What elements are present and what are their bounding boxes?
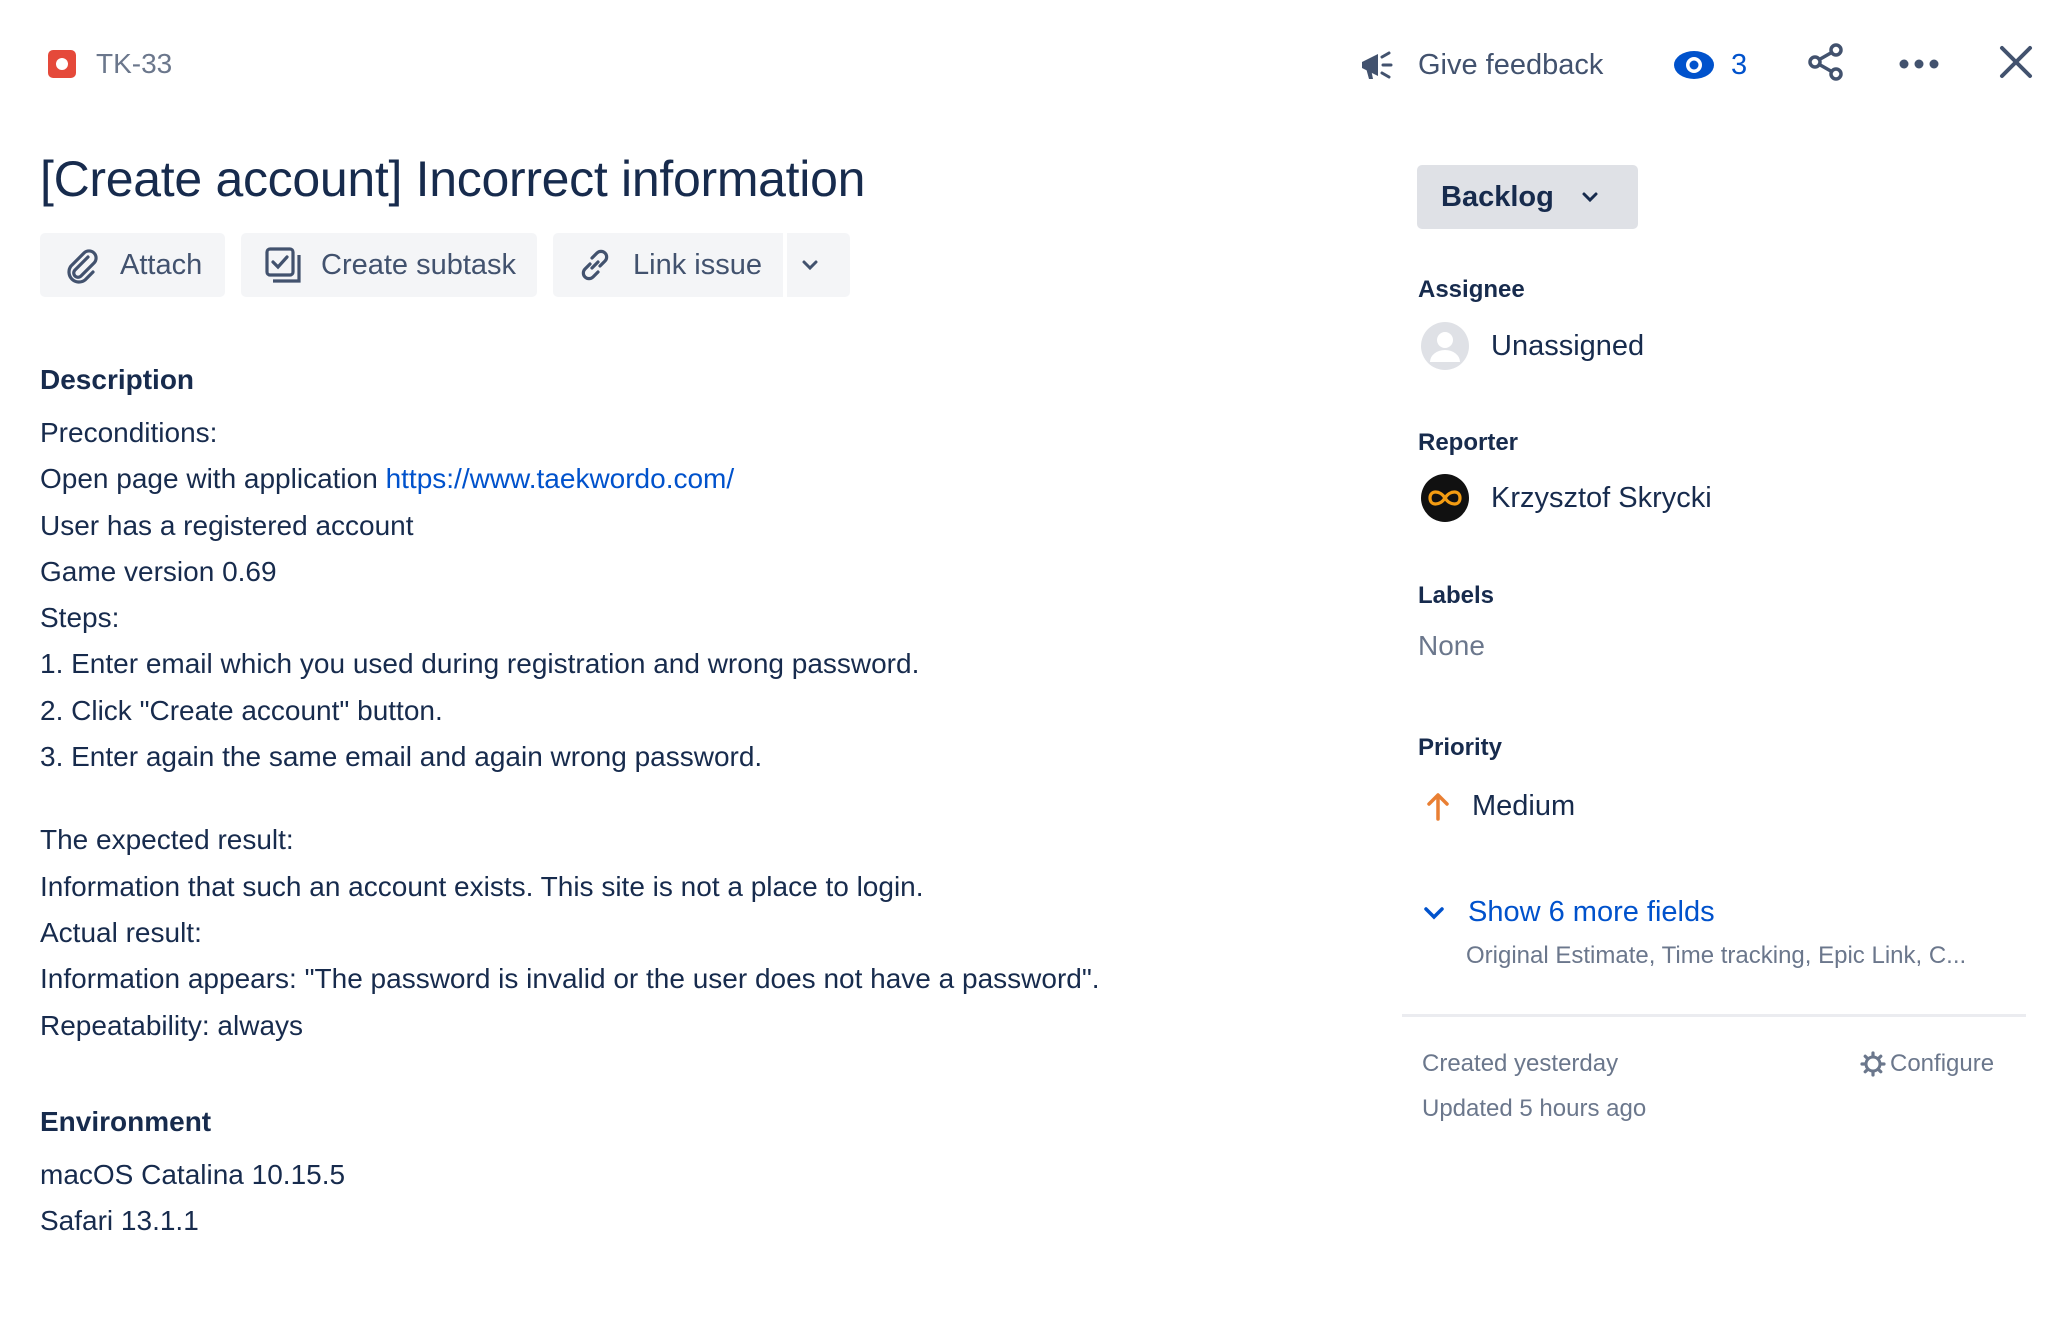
bug-icon (48, 50, 76, 78)
share-icon (1808, 43, 1843, 81)
updated-timestamp: Updated 5 hours ago (1422, 1095, 1647, 1122)
paperclip-icon (67, 249, 98, 284)
description-line: User has a registered account (40, 509, 414, 541)
assignee-field[interactable]: Unassigned (1418, 318, 1644, 374)
priority-label: Priority (1418, 734, 1503, 761)
close-icon (2000, 46, 2032, 78)
description-line: Actual result: (40, 916, 202, 948)
description-heading: Description (40, 364, 195, 395)
created-timestamp: Created yesterday (1422, 1050, 1619, 1077)
more-actions-button[interactable] (1898, 42, 1942, 87)
priority-field[interactable]: Medium (1418, 778, 1575, 834)
reporter-value: Krzysztof Skrycki (1491, 481, 1712, 514)
reporter-field[interactable]: Krzysztof Skrycki (1418, 470, 1712, 526)
create-subtask-button[interactable]: Create subtask (241, 233, 537, 297)
assignee-value: Unassigned (1491, 329, 1645, 362)
user-avatar-icon (1421, 322, 1469, 370)
issue-key-breadcrumb[interactable]: TK-33 (48, 44, 172, 84)
labels-label: Labels (1418, 582, 1495, 609)
more-icon (1899, 59, 1939, 69)
share-button[interactable] (1806, 42, 1846, 87)
issue-title[interactable]: [Create account] Incorrect information (40, 150, 865, 208)
arrow-up-icon (1427, 793, 1449, 821)
attach-label: Attach (120, 248, 203, 281)
chevron-down-icon (1582, 192, 1598, 203)
issue-key[interactable]: TK-33 (96, 48, 172, 80)
close-button[interactable] (1998, 44, 2034, 85)
show-more-fields-link[interactable]: Show 6 more fields (1418, 896, 1715, 929)
link-issue-button[interactable]: Link issue (553, 233, 783, 297)
description-line: Open page with application https://www.t… (40, 463, 735, 495)
assignee-label: Assignee (1418, 276, 1525, 303)
megaphone-icon (1362, 51, 1393, 79)
chevron-down-icon (802, 260, 817, 271)
watchers-button[interactable]: 3 (1673, 40, 1747, 90)
configure-label: Configure (1890, 1050, 1995, 1077)
description-line: The expected result: (40, 824, 294, 856)
environment-line: macOS Catalina 10.15.5 (40, 1159, 346, 1190)
watch-count: 3 (1731, 48, 1748, 81)
subtask-icon (265, 247, 301, 283)
avatar (1421, 474, 1469, 522)
gear-icon (1860, 1051, 1886, 1077)
give-feedback-label: Give feedback (1418, 48, 1604, 81)
show-more-fields[interactable]: Show 6 more fields (1418, 896, 1715, 929)
configure-button[interactable]: Configure (1860, 1050, 1994, 1078)
chevron-down-icon (1424, 906, 1444, 919)
description-url-link[interactable]: https://www.taekwordo.com/ (386, 463, 735, 494)
labels-value[interactable]: None (1418, 630, 1485, 686)
create-subtask-label: Create subtask (321, 248, 517, 281)
more-fields-summary: Original Estimate, Time tracking, Epic L… (1466, 942, 1967, 969)
description-line: Information that such an account exists.… (40, 870, 924, 902)
priority-value: Medium (1472, 789, 1576, 822)
attach-button[interactable]: Attach (40, 233, 225, 297)
reporter-label: Reporter (1418, 429, 1519, 456)
description-line: Preconditions: (40, 417, 218, 448)
give-feedback-button[interactable]: Give feedback (1358, 40, 1603, 90)
status-dropdown[interactable]: Backlog (1417, 165, 1638, 229)
environment-line: Safari 13.1.1 (40, 1205, 199, 1236)
description-line: Repeatability: always (40, 1009, 304, 1041)
description-line: Game version 0.69 (40, 555, 277, 587)
environment-heading: Environment (40, 1106, 212, 1137)
link-issue-dropdown-button[interactable] (787, 233, 850, 297)
description-line: 2. Click "Create account" button. (40, 694, 443, 726)
environment-body[interactable]: macOS Catalina 10.15.5 Safari 13.1.1 (40, 1152, 345, 1244)
description-line: 1. Enter email which you used during reg… (40, 648, 920, 680)
link-issue-label: Link issue (633, 248, 762, 281)
link-icon (581, 249, 609, 281)
eye-icon (1674, 51, 1714, 79)
description-line: 3. Enter again the same email and again … (40, 741, 763, 773)
status-label: Backlog (1441, 180, 1554, 213)
description-line: Steps: (40, 602, 120, 634)
description-body[interactable]: Preconditions: Open page with applicatio… (40, 410, 1100, 1049)
divider (1402, 1014, 2026, 1017)
show-more-fields-label: Show 6 more fields (1468, 896, 1715, 928)
description-line: Information appears: "The password is in… (40, 963, 1100, 995)
